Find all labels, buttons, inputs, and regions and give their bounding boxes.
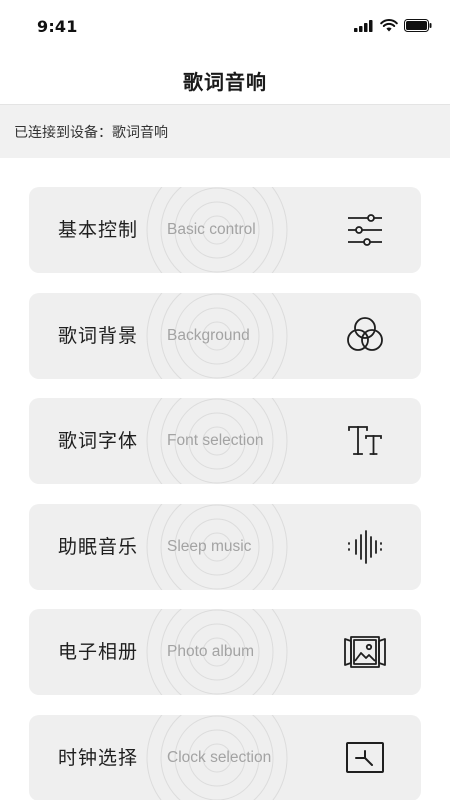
status-bar: 9:41: [0, 0, 450, 56]
app-screen: 9:41 歌词音响 已连接到设备：歌词音响 基本控制 Basic control…: [0, 0, 450, 800]
card-subtitle: Font selection: [167, 432, 264, 450]
page-title: 歌词音响: [183, 69, 267, 94]
card-title: 歌词字体: [58, 430, 139, 453]
menu-card-font-selection[interactable]: 歌词字体 Font selection: [29, 398, 421, 485]
connection-status-text: 已连接到设备：歌词音响: [14, 124, 168, 141]
connection-status-bar: 已连接到设备：歌词音响: [0, 104, 450, 158]
menu-card-photo-album[interactable]: 电子相册 Photo album: [29, 609, 421, 696]
cellular-signal-icon: [354, 19, 374, 32]
photo-album-icon: [344, 634, 386, 670]
text-size-icon: [345, 423, 385, 459]
status-time: 9:41: [37, 17, 78, 36]
menu-card-background[interactable]: 歌词背景 Background: [29, 292, 421, 379]
card-title: 基本控制: [58, 219, 139, 241]
menu-card-sleep-music[interactable]: 助眠音乐 Sleep music: [29, 503, 421, 590]
navigation-bar: 歌词音响: [0, 56, 450, 104]
card-title: 电子相册: [58, 641, 139, 664]
card-subtitle: Background: [167, 326, 250, 344]
card-title: 歌词背景: [58, 324, 139, 347]
status-icons: [354, 19, 432, 32]
menu-card-basic-control[interactable]: 基本控制 Basic control: [29, 187, 421, 273]
battery-icon: [404, 19, 432, 32]
wifi-icon: [380, 19, 398, 32]
card-subtitle: Sleep music: [167, 537, 252, 555]
color-circles-icon: [345, 316, 385, 354]
sliders-icon: [345, 212, 385, 248]
card-subtitle: Photo album: [167, 643, 255, 661]
menu-list: 基本控制 Basic control 歌词背景 Background 歌词字体 …: [29, 187, 421, 800]
clock-icon: [345, 740, 385, 776]
card-subtitle: Clock selection: [167, 748, 272, 766]
card-title: 助眠音乐: [58, 535, 139, 558]
card-subtitle: Basic control: [167, 221, 256, 238]
sound-wave-icon: [345, 529, 385, 565]
menu-card-clock-selection[interactable]: 时钟选择 Clock selection: [29, 714, 421, 800]
card-title: 时钟选择: [58, 746, 139, 769]
